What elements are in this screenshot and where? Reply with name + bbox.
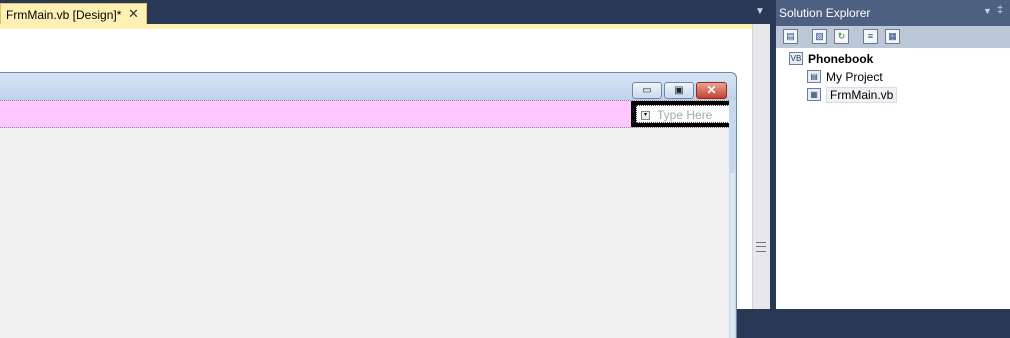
tab-label: FrmMain.vb [Design]* (6, 8, 122, 22)
tab-frmmain-design[interactable]: FrmMain.vb [Design]* ✕ (0, 3, 147, 24)
menu-type-here-box[interactable]: ▾ Type Here (631, 101, 735, 127)
solution-explorer-title-bar: Solution Explorer ▼ ‡ (776, 0, 1010, 26)
my-project-icon: ▤ (807, 70, 821, 83)
document-tab-strip: FrmMain.vb [Design]* ✕ ▼ (0, 0, 770, 24)
tree-item-label: Phonebook (808, 52, 874, 66)
form-caption-bar: ▭ ▣ ✕ (0, 73, 736, 100)
pin-icon[interactable]: ‡ (997, 4, 1003, 16)
solution-explorer-toolbar: ▤ ▧ ↻ ≡ ▦ (776, 26, 1010, 48)
panel-title: Solution Explorer (779, 6, 871, 20)
form-client-area[interactable] (0, 128, 729, 338)
dropdown-arrow-icon[interactable]: ▾ (641, 111, 650, 120)
tree-item-label: My Project (826, 70, 883, 84)
maximize-icon: ▣ (664, 82, 694, 99)
menu-strip[interactable] (0, 100, 729, 128)
designed-form[interactable]: ▭ ▣ ✕ ▾ Type Here (0, 72, 737, 338)
form-resize-edge[interactable] (730, 173, 735, 338)
view-designer-icon[interactable]: ▦ (885, 29, 900, 44)
designer-canvas: ▭ ▣ ✕ ▾ Type Here (0, 24, 752, 338)
scrollbar-grip-icon[interactable] (756, 242, 766, 252)
form-file-icon: ▦ (807, 88, 821, 101)
document-area: FrmMain.vb [Design]* ✕ ▼ ▭ ▣ ✕ ▾ Type He… (0, 0, 770, 338)
solution-tree: VB Phonebook ▤ My Project ▦ FrmMain.vb (776, 48, 1010, 309)
view-code-icon[interactable]: ≡ (863, 29, 878, 44)
show-all-files-icon[interactable]: ▧ (812, 29, 827, 44)
menu-item-editor[interactable]: ▾ Type Here (636, 105, 730, 123)
designer-vertical-scrollbar[interactable] (752, 24, 770, 309)
properties-icon[interactable]: ▤ (783, 29, 798, 44)
minimize-icon: ▭ (632, 82, 662, 99)
chevron-down-icon[interactable]: ▼ (983, 6, 992, 16)
close-icon: ✕ (696, 82, 727, 99)
solution-explorer-panel: Solution Explorer ▼ ‡ ▤ ▧ ↻ ≡ ▦ VB Phone… (776, 0, 1010, 309)
vb-project-icon: VB (789, 52, 803, 65)
refresh-icon[interactable]: ↻ (834, 29, 849, 44)
tree-item-label: FrmMain.vb (826, 87, 898, 103)
close-icon[interactable]: ✕ (128, 7, 139, 21)
tab-list-dropdown-icon[interactable]: ▼ (754, 6, 766, 18)
type-here-placeholder: Type Here (657, 108, 713, 122)
